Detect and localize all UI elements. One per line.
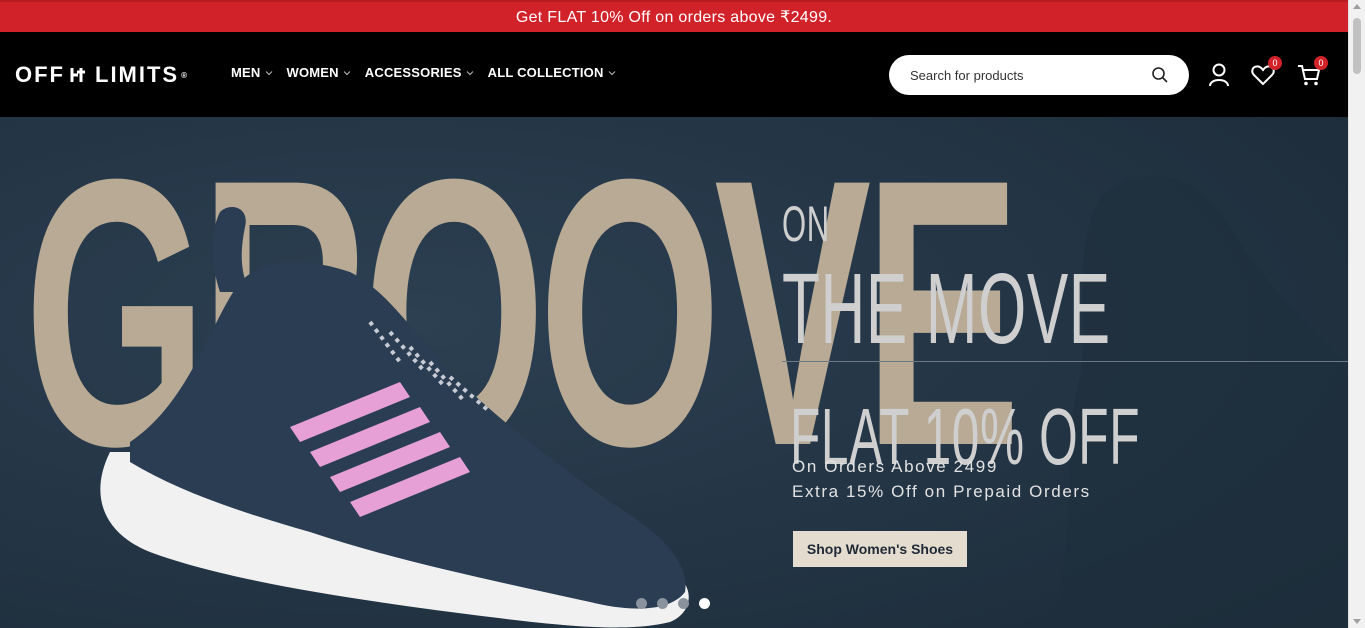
main-nav: MEN WOMEN ACCESSORIES ALL COLLECTION [231,65,630,80]
nav-item-all-collection[interactable]: ALL COLLECTION [488,65,616,80]
chevron-down-icon [343,70,351,75]
cart-button[interactable]: 0 [1296,56,1328,88]
chevron-down-icon [265,70,272,75]
nav-item-accessories[interactable]: ACCESSORIES [365,65,474,80]
promo-bar: Get FLAT 10% Off on orders above ₹2499. [0,0,1348,32]
search-input[interactable] [908,66,1142,84]
scroll-thumb[interactable] [1353,18,1361,74]
cart-count-badge: 0 [1314,56,1328,70]
carousel-dot-3[interactable] [678,598,689,609]
wishlist-button[interactable]: 0 [1250,56,1282,88]
scroll-down-arrow-icon[interactable] [1353,619,1361,624]
logo-text-left: OFF [15,62,65,87]
hero-line-move: THE MOVE [782,253,1111,365]
nav-label: ALL COLLECTION [487,65,604,80]
hero-line-on: ON [782,196,830,252]
hero-banner[interactable]: GROOVE ON THE MOVE FLAT 10% OFF On Order… [0,117,1348,628]
carousel-dot-1[interactable] [636,598,647,609]
page: Get FLAT 10% Off on orders above ₹2499. … [0,0,1348,628]
carousel-dot-4[interactable] [699,598,710,609]
nav-label: MEN [231,65,261,80]
site-header: OFF LIMITS ® MEN WOMEN ACCESSORIES ALL C… [0,32,1348,117]
hero-copy: ON THE MOVE FLAT 10% OFF [782,196,1312,477]
carousel-dot-2[interactable] [657,598,668,609]
chevron-down-icon [466,70,474,75]
carousel-dots [636,598,710,609]
sneaker-image [100,207,689,628]
search-box [889,55,1189,95]
wishlist-count-badge: 0 [1268,56,1282,70]
site-logo[interactable]: OFF LIMITS ® [15,60,187,90]
vertical-scrollbar[interactable] [1348,0,1365,628]
logo-registered: ® [181,70,188,80]
search-icon[interactable] [1151,66,1169,84]
scroll-up-arrow-icon[interactable] [1353,4,1361,9]
hero-subline-2: Extra 15% Off on Prepaid Orders [792,482,1091,501]
nav-item-women[interactable]: WOMEN [287,65,351,80]
nav-label: WOMEN [286,65,339,80]
logo-mark-icon [69,64,91,86]
account-button[interactable] [1206,62,1232,88]
nav-item-men[interactable]: MEN [231,65,273,80]
hero-subline-1: On Orders Above 2499 [792,457,998,476]
chevron-down-icon [608,70,616,75]
promo-text: Get FLAT 10% Off on orders above ₹2499. [515,9,833,26]
nav-label: ACCESSORIES [364,65,462,80]
user-icon [1209,63,1229,87]
logo-text-right: LIMITS [95,62,180,87]
hero-divider [782,361,1348,362]
shop-womens-shoes-button[interactable]: Shop Women's Shoes [793,531,967,567]
